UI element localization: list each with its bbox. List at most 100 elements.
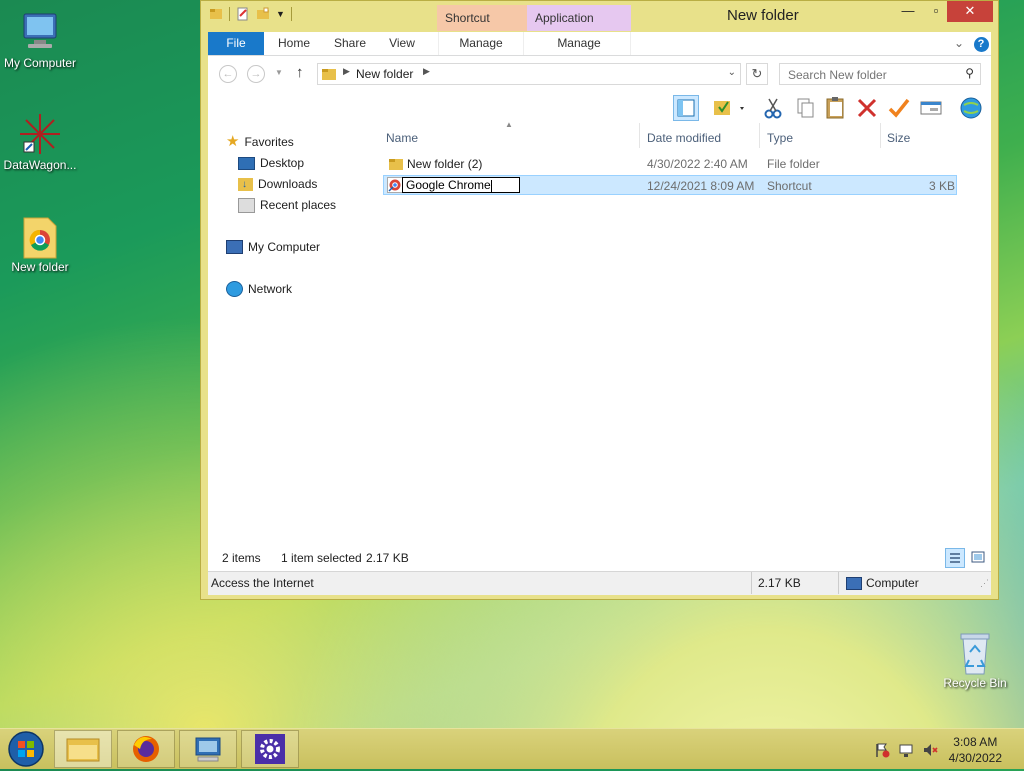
content-area: ★ Favorites Desktop ↓ Downloads Recent p… bbox=[208, 120, 991, 568]
tab-file[interactable]: File bbox=[208, 32, 264, 55]
folder-icon bbox=[322, 69, 336, 80]
nav-item-label: Network bbox=[248, 282, 293, 296]
windows-logo-icon bbox=[8, 731, 44, 767]
nav-favorites[interactable]: ★ Favorites bbox=[226, 132, 294, 152]
qat-dropdown-icon[interactable]: ▼ bbox=[276, 9, 285, 19]
address-bar-row: ← → ▼ ↑ ▶ New folder ▶ ⌄ ↻ ⚲ bbox=[208, 56, 991, 92]
large-icons-view-button[interactable] bbox=[969, 548, 989, 568]
folder-options-button[interactable] bbox=[710, 95, 750, 121]
rename-input[interactable]: Google Chrome bbox=[402, 177, 520, 193]
preview-pane-button[interactable] bbox=[673, 95, 699, 121]
desktop-icon-datawagon[interactable]: DataWagon... bbox=[0, 112, 80, 172]
nav-desktop[interactable]: Desktop bbox=[238, 153, 304, 173]
taskbar-remote-desktop-button[interactable] bbox=[179, 730, 237, 768]
gear-icon bbox=[255, 734, 285, 764]
close-button[interactable]: ✕ bbox=[947, 1, 993, 22]
tab-home[interactable]: Home bbox=[272, 32, 316, 55]
properties-button[interactable] bbox=[918, 95, 944, 121]
table-row[interactable]: New folder (2) 4/30/2022 2:40 AM File fo… bbox=[383, 154, 957, 174]
details-bar: Access the Internet 2.17 KB Computer ⋰ bbox=[208, 571, 991, 595]
search-box[interactable]: ⚲ bbox=[779, 63, 981, 85]
explorer-window: ▼ Shortcut Tools Application Tools New f… bbox=[200, 0, 999, 600]
context-tab-application-tools[interactable]: Application Tools bbox=[527, 5, 631, 51]
tab-manage-application[interactable]: Manage bbox=[528, 32, 631, 55]
nav-item-label: Recent places bbox=[260, 198, 337, 212]
search-icon[interactable]: ⚲ bbox=[965, 66, 974, 80]
network-tray-icon[interactable] bbox=[898, 742, 914, 758]
taskbar-firefox-button[interactable] bbox=[117, 730, 175, 768]
navigation-pane[interactable]: ★ Favorites Desktop ↓ Downloads Recent p… bbox=[208, 123, 368, 568]
star-icon: ★ bbox=[226, 133, 240, 150]
nav-recent-places[interactable]: Recent places bbox=[238, 195, 336, 215]
chevron-right-icon[interactable]: ▶ bbox=[423, 66, 430, 77]
desktop-icon-new-folder[interactable]: New folder bbox=[0, 214, 80, 274]
refresh-button[interactable]: ↻ bbox=[746, 63, 768, 85]
network-globe-button[interactable] bbox=[958, 95, 984, 121]
ribbon-expand-icon[interactable]: ⌄ bbox=[952, 32, 966, 55]
rename-button[interactable] bbox=[886, 95, 912, 121]
recent-locations-icon[interactable]: ▼ bbox=[275, 68, 283, 77]
search-input[interactable] bbox=[786, 67, 960, 83]
column-header-name[interactable]: Name bbox=[386, 128, 418, 148]
volume-muted-icon[interactable] bbox=[922, 742, 938, 758]
copy-button[interactable] bbox=[792, 95, 818, 121]
details-location: Computer bbox=[866, 576, 919, 590]
file-list[interactable]: ▲ Name Date modified Type Size New folde… bbox=[383, 120, 991, 568]
clock-time: 3:08 AM bbox=[953, 735, 998, 749]
firefox-icon bbox=[133, 736, 159, 762]
desktop-icon-recycle-bin[interactable]: Recycle Bin bbox=[935, 630, 1015, 690]
scissors-icon bbox=[764, 98, 782, 119]
tab-share[interactable]: Share bbox=[330, 32, 370, 55]
details-view-button[interactable] bbox=[945, 548, 965, 568]
delete-x-icon bbox=[857, 98, 877, 118]
cut-button[interactable] bbox=[760, 95, 786, 121]
paste-button[interactable] bbox=[822, 95, 848, 121]
selected-count: 1 item selected bbox=[281, 551, 362, 565]
help-icon[interactable]: ? bbox=[972, 32, 990, 55]
delete-button[interactable] bbox=[854, 95, 880, 121]
column-header-date-modified[interactable]: Date modified bbox=[647, 128, 721, 148]
table-row-selected[interactable]: Google Chrome 12/24/2021 8:09 AM Shortcu… bbox=[383, 175, 957, 195]
nav-my-computer[interactable]: My Computer bbox=[226, 237, 320, 257]
folder-icon[interactable] bbox=[209, 7, 223, 21]
resize-grip-icon[interactable]: ⋰ bbox=[980, 578, 989, 589]
taskbar-explorer-button[interactable] bbox=[54, 730, 112, 768]
desktop-icon bbox=[238, 156, 255, 170]
nav-item-label: Favorites bbox=[244, 135, 294, 149]
taskbar-settings-button[interactable] bbox=[241, 730, 299, 768]
address-field[interactable]: ▶ New folder ▶ ⌄ bbox=[317, 63, 741, 85]
clipboard-icon bbox=[826, 97, 844, 119]
desktop-icon-my-computer[interactable]: My Computer bbox=[0, 10, 80, 70]
minimize-button[interactable]: — bbox=[893, 1, 923, 22]
nav-item-label: My Computer bbox=[248, 240, 321, 254]
desktop-icon-label: New folder bbox=[11, 260, 69, 274]
file-name: New folder (2) bbox=[407, 157, 483, 171]
tab-manage-shortcut[interactable]: Manage bbox=[438, 32, 524, 55]
tab-view[interactable]: View bbox=[384, 32, 420, 55]
title-bar[interactable]: ▼ Shortcut Tools Application Tools New f… bbox=[201, 1, 998, 51]
properties-icon[interactable] bbox=[236, 7, 250, 21]
checkmark-icon bbox=[888, 98, 910, 118]
recent-places-icon bbox=[238, 197, 255, 213]
chrome-shortcut-icon bbox=[387, 177, 403, 193]
chevron-right-icon[interactable]: ▶ bbox=[343, 66, 350, 77]
context-tab-shortcut-tools[interactable]: Shortcut Tools bbox=[437, 5, 527, 51]
column-header-type[interactable]: Type bbox=[767, 128, 793, 148]
action-center-flag-icon[interactable] bbox=[874, 742, 890, 758]
column-header-size[interactable]: Size bbox=[887, 128, 910, 148]
nav-item-label: Downloads bbox=[258, 177, 318, 191]
file-name: Google Chrome bbox=[406, 178, 491, 192]
new-folder-icon[interactable] bbox=[256, 7, 270, 21]
clock-date: 4/30/2022 bbox=[948, 751, 1002, 765]
nav-item-label: Desktop bbox=[260, 156, 305, 170]
start-button[interactable] bbox=[6, 730, 46, 768]
address-dropdown-icon[interactable]: ⌄ bbox=[728, 67, 736, 78]
up-button[interactable]: ↑ bbox=[296, 64, 304, 81]
nav-network[interactable]: Network bbox=[226, 279, 292, 299]
forward-button[interactable]: → bbox=[247, 65, 265, 83]
system-clock[interactable]: 3:08 AM 4/30/2022 bbox=[949, 734, 1002, 766]
nav-downloads[interactable]: ↓ Downloads bbox=[238, 174, 317, 194]
back-button[interactable]: ← bbox=[219, 65, 237, 83]
computer-icon bbox=[18, 10, 62, 54]
breadcrumb-segment[interactable]: New folder bbox=[356, 67, 413, 81]
